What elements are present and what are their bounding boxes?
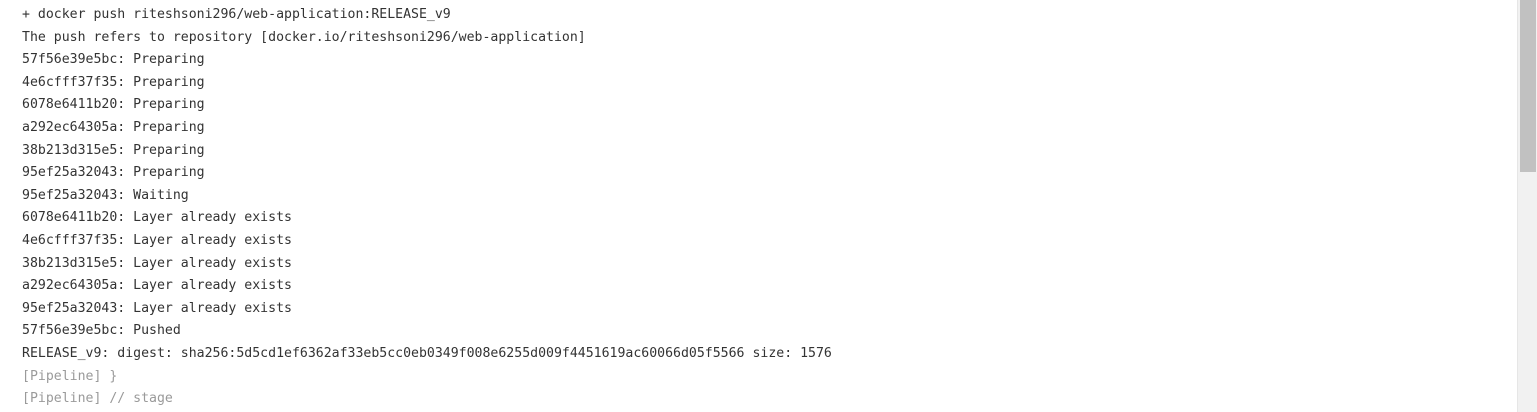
console-log-line: 95ef25a32043: Preparing	[22, 165, 205, 181]
console-log-line: The push refers to repository [docker.io…	[22, 29, 586, 45]
pipeline-log-line: [Pipeline] }	[22, 368, 118, 384]
console-log-line: 6078e6411b20: Layer already exists	[22, 210, 292, 226]
console-log-line: 95ef25a32043: Layer already exists	[22, 300, 292, 316]
console-log-line: 38b213d315e5: Layer already exists	[22, 255, 292, 271]
console-output: + docker push riteshsoni296/web-applicat…	[0, 0, 1517, 412]
console-log-line: 57f56e39e5bc: Preparing	[22, 52, 205, 68]
console-log-line: + docker push riteshsoni296/web-applicat…	[22, 7, 451, 22]
console-log-line: 95ef25a32043: Waiting	[22, 187, 189, 203]
vertical-scrollbar[interactable]	[1517, 0, 1537, 412]
console-log-line: RELEASE_v9: digest: sha256:5d5cd1ef6362a…	[22, 345, 832, 361]
console-log-line: a292ec64305a: Layer already exists	[22, 278, 292, 294]
scrollbar-thumb[interactable]	[1520, 0, 1536, 172]
console-log-line: 38b213d315e5: Preparing	[22, 142, 205, 158]
console-log: + docker push riteshsoni296/web-applicat…	[22, 4, 832, 411]
pipeline-log-line: [Pipeline] // stage	[22, 391, 173, 407]
console-log-line: 4e6cfff37f35: Preparing	[22, 74, 205, 90]
console-log-line: 4e6cfff37f35: Layer already exists	[22, 232, 292, 248]
console-log-line: a292ec64305a: Preparing	[22, 119, 205, 135]
console-log-line: 6078e6411b20: Preparing	[22, 97, 205, 113]
console-log-line: 57f56e39e5bc: Pushed	[22, 323, 181, 339]
